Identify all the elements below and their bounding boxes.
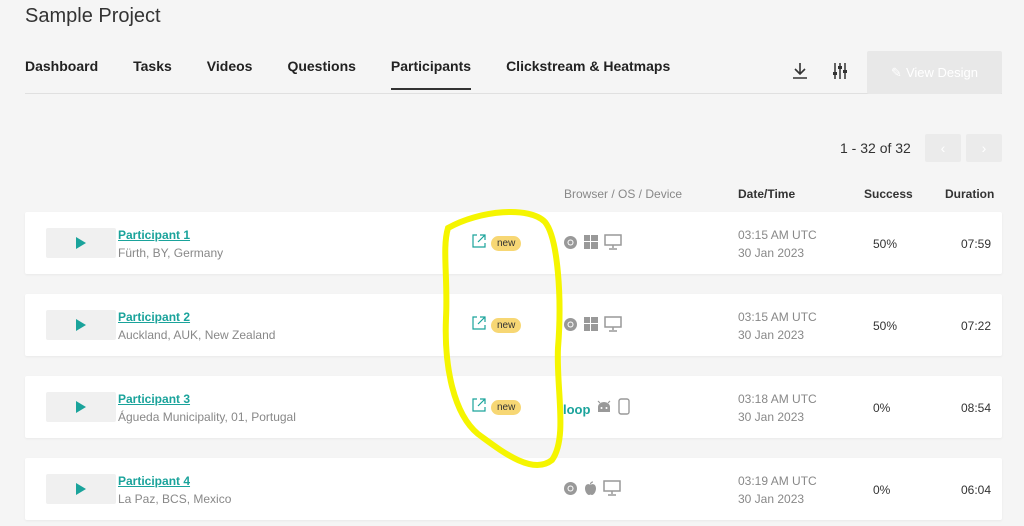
- desktop-icon: [604, 234, 622, 255]
- device-icons: [563, 480, 621, 501]
- view-design-button[interactable]: ✎ View Design: [867, 51, 1002, 94]
- success-rate: 50%: [873, 319, 898, 333]
- table-row[interactable]: Participant 2 Auckland, AUK, New Zealand…: [25, 294, 1002, 356]
- tab-videos[interactable]: Videos: [207, 58, 253, 90]
- tab-participants[interactable]: Participants: [390, 58, 472, 90]
- tab-bar: Dashboard Tasks Videos Questions Partici…: [25, 58, 705, 90]
- col-duration: Duration: [945, 187, 995, 201]
- participant-location: Auckland, AUK, New Zealand: [118, 328, 276, 342]
- session-time: 03:15 AM UTC: [738, 310, 817, 324]
- success-rate: 50%: [873, 237, 898, 251]
- col-browser-os-device: Browser / OS / Device: [564, 187, 683, 201]
- external-link-icon[interactable]: [471, 315, 487, 336]
- tab-questions[interactable]: Questions: [287, 58, 355, 90]
- desktop-icon: [603, 480, 621, 501]
- tab-dashboard[interactable]: Dashboard: [25, 58, 98, 90]
- sliders-icon[interactable]: [829, 60, 851, 82]
- tab-tasks[interactable]: Tasks: [133, 58, 172, 90]
- participant-location: La Paz, BCS, Mexico: [118, 492, 232, 506]
- session-date: 30 Jan 2023: [738, 410, 805, 424]
- participant-name[interactable]: Participant 1: [118, 228, 190, 242]
- table-row[interactable]: Participant 1 Fürth, BY, Germany new 03:…: [25, 212, 1002, 274]
- apple-icon: [584, 480, 597, 501]
- participant-name[interactable]: Participant 4: [118, 474, 190, 488]
- new-badge: new: [491, 318, 522, 333]
- duration: 07:22: [961, 319, 992, 333]
- external-link-icon[interactable]: [471, 233, 487, 254]
- play-button[interactable]: [46, 310, 116, 340]
- table-row[interactable]: Participant 4 La Paz, BCS, Mexico 03:19 …: [25, 458, 1002, 520]
- play-button[interactable]: [46, 228, 116, 258]
- duration: 07:59: [961, 237, 992, 251]
- chrome-icon: [563, 481, 578, 501]
- pagination-text: 1 - 32 of 32: [840, 140, 911, 156]
- prev-page-button[interactable]: ‹: [925, 134, 961, 162]
- pencil-icon: ✎: [891, 64, 902, 80]
- play-button[interactable]: [46, 474, 116, 504]
- project-title: Sample Project: [25, 5, 161, 27]
- session-time: 03:15 AM UTC: [738, 228, 817, 242]
- participant-location: Fürth, BY, Germany: [118, 246, 224, 260]
- success-rate: 0%: [873, 401, 891, 415]
- mobile-icon: [618, 398, 631, 420]
- session-time: 03:18 AM UTC: [738, 392, 817, 406]
- device-icons: [563, 316, 622, 337]
- desktop-icon: [604, 316, 622, 337]
- play-button[interactable]: [46, 392, 116, 422]
- windows-icon: [584, 317, 598, 336]
- duration: 06:04: [961, 483, 992, 497]
- session-date: 30 Jan 2023: [738, 328, 805, 342]
- windows-icon: [584, 235, 598, 254]
- duration: 08:54: [961, 401, 992, 415]
- col-success: Success: [864, 187, 913, 201]
- loop-browser-icon: loop: [563, 401, 591, 417]
- view-design-label: View Design: [905, 65, 978, 80]
- session-time: 03:19 AM UTC: [738, 474, 817, 488]
- new-badge: new: [491, 236, 522, 251]
- chrome-icon: [563, 317, 578, 337]
- next-page-button[interactable]: ›: [966, 134, 1002, 162]
- tabs-divider: [25, 93, 1002, 94]
- session-date: 30 Jan 2023: [738, 246, 805, 260]
- chrome-icon: [563, 235, 578, 255]
- new-badge: new: [491, 400, 522, 415]
- col-datetime: Date/Time: [738, 187, 796, 201]
- table-row[interactable]: Participant 3 Águeda Municipality, 01, P…: [25, 376, 1002, 438]
- device-icons: [563, 234, 622, 255]
- tab-clickstream-heatmaps[interactable]: Clickstream & Heatmaps: [506, 58, 670, 90]
- participant-name[interactable]: Participant 3: [118, 392, 190, 406]
- android-icon: [596, 400, 612, 419]
- session-date: 30 Jan 2023: [738, 492, 805, 506]
- participant-name[interactable]: Participant 2: [118, 310, 190, 324]
- participant-location: Águeda Municipality, 01, Portugal: [118, 410, 296, 424]
- external-link-icon[interactable]: [471, 397, 487, 418]
- success-rate: 0%: [873, 483, 891, 497]
- device-icons: loop: [563, 398, 631, 420]
- download-icon[interactable]: [789, 60, 811, 82]
